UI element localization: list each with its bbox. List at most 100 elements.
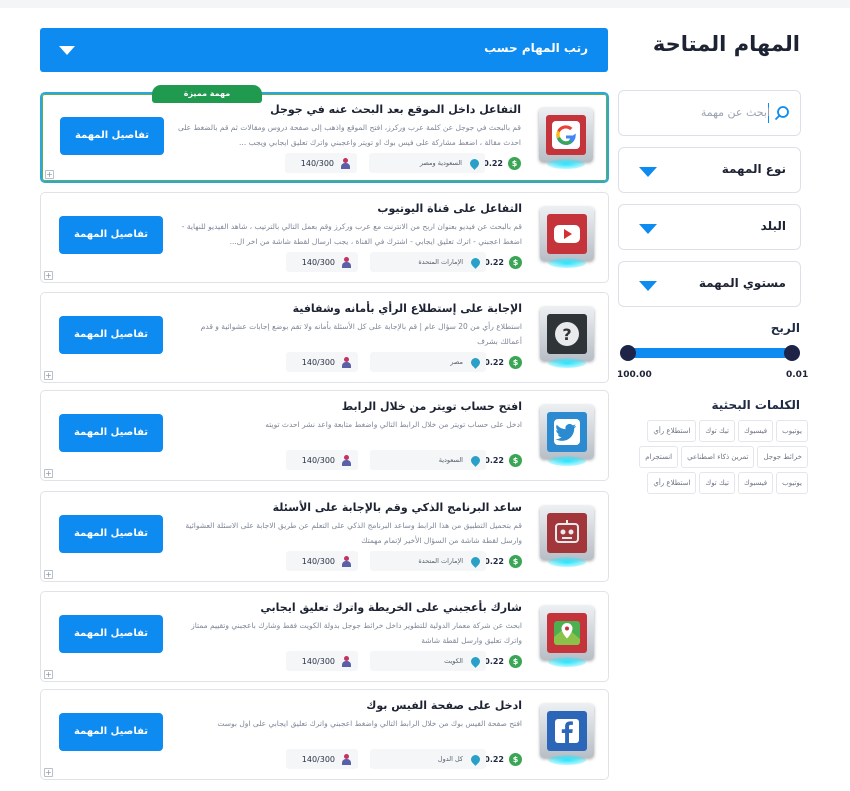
task-description: قم بالبحث عن فيديو بعنوان اربح من الانتر… bbox=[181, 222, 522, 246]
task-country: الإمارات المتحدة bbox=[370, 551, 486, 571]
country-value: الإمارات المتحدة bbox=[418, 258, 463, 266]
slots-value: 140/300 bbox=[301, 656, 335, 666]
icon-glow bbox=[548, 557, 586, 567]
page-title: المهام المتاحة bbox=[652, 32, 800, 56]
task-details-button[interactable]: تفاصيل المهمة bbox=[59, 414, 163, 452]
task-title[interactable]: شارك بأعجبني على الخريطة واترك تعليق ايج… bbox=[260, 601, 522, 614]
profit-slider-max-handle[interactable] bbox=[620, 345, 636, 361]
filter-country[interactable]: البلد bbox=[618, 204, 801, 250]
keyword-tag[interactable]: خرائط جوجل bbox=[757, 446, 808, 468]
task-card: ادخل على صفحة الفيس بوك افتح صفحة الفيس ب… bbox=[40, 689, 609, 780]
task-country: السعودية ومصر bbox=[369, 153, 485, 173]
task-price: $0.22 bbox=[484, 252, 522, 272]
task-details-button[interactable]: تفاصيل المهمة bbox=[59, 216, 163, 254]
task-card: التفاعل على قناة اليوتيوب قم بالبحث عن في… bbox=[40, 192, 609, 283]
expand-icon[interactable]: + bbox=[44, 670, 53, 679]
profit-slider-track[interactable] bbox=[628, 348, 792, 358]
people-icon bbox=[341, 555, 352, 567]
location-pin-icon bbox=[469, 554, 482, 568]
task-description: افتح صفحة الفيس بوك من خلال الرابط التال… bbox=[217, 719, 522, 728]
task-country: مصر bbox=[370, 352, 486, 372]
task-title[interactable]: الإجابة على إستطلاع الرأي بأمانه وشفافية bbox=[293, 302, 522, 315]
twitter-icon bbox=[540, 405, 594, 466]
task-details-button[interactable]: تفاصيل المهمة bbox=[59, 515, 163, 553]
filter-task-type[interactable]: نوع المهمة bbox=[618, 147, 801, 193]
country-value: كل الدول bbox=[437, 755, 463, 763]
search-placeholder: ابحث عن مهمة bbox=[700, 106, 770, 119]
keyword-tag[interactable]: فيسبوك bbox=[737, 420, 774, 442]
sort-dropdown[interactable]: رتب المهام حسب bbox=[40, 28, 608, 72]
location-pin-icon bbox=[469, 453, 482, 467]
keyword-tag[interactable]: فيسبوك bbox=[737, 472, 774, 494]
dollar-coin-icon: $ bbox=[509, 255, 522, 269]
task-title[interactable]: التفاعل على قناة اليوتيوب bbox=[377, 202, 522, 215]
country-value: السعودية bbox=[438, 456, 463, 464]
keyword-tags: يوتيوب فيسبوك تيك توك استطلاع رأي خرائط جوجل… bbox=[618, 418, 808, 494]
task-details-button[interactable]: تفاصيل المهمة bbox=[59, 713, 163, 751]
expand-icon[interactable]: + bbox=[44, 271, 53, 280]
dollar-coin-icon: $ bbox=[509, 355, 522, 369]
profit-slider-min-handle[interactable] bbox=[784, 345, 800, 361]
task-price: $0.22 bbox=[484, 749, 522, 769]
task-slots: 140/300 bbox=[286, 651, 358, 671]
dollar-coin-icon: $ bbox=[509, 453, 522, 467]
task-description: قم بالبحث في جوجل عن كلمة عرب وركرز، افت… bbox=[177, 123, 521, 147]
price-value: 0.22 bbox=[484, 754, 504, 764]
task-details-button[interactable]: تفاصيل المهمة bbox=[59, 615, 163, 653]
task-description: استطلاع رأي من 20 سؤال عام | قم بالإجابة… bbox=[200, 322, 522, 346]
price-value: 0.22 bbox=[484, 656, 504, 666]
task-country: السعودية bbox=[370, 450, 486, 470]
survey-icon: ? bbox=[540, 307, 594, 368]
people-icon bbox=[340, 157, 351, 169]
icon-glow bbox=[548, 358, 586, 368]
keyword-tag[interactable]: تيك توك bbox=[699, 472, 735, 494]
slots-value: 140/300 bbox=[301, 257, 335, 267]
keyword-tag[interactable]: يوتيوب bbox=[776, 420, 808, 442]
filter-label: مستوي المهمة bbox=[698, 276, 786, 290]
price-value: 0.22 bbox=[483, 158, 503, 168]
expand-icon[interactable]: + bbox=[44, 570, 53, 579]
keyword-tag[interactable]: استطلاع رأي bbox=[647, 472, 697, 494]
task-price: $0.22 bbox=[484, 551, 522, 571]
icon-glow bbox=[548, 258, 586, 268]
search-input[interactable]: ابحث عن مهمة bbox=[618, 90, 801, 136]
task-title[interactable]: ساعد البرنامج الذكي وقم بالإجابة على الأ… bbox=[273, 501, 522, 514]
keyword-tag[interactable]: تيك توك bbox=[699, 420, 735, 442]
dollar-coin-icon: $ bbox=[509, 752, 522, 766]
task-details-button[interactable]: تفاصيل المهمة bbox=[59, 316, 163, 354]
filter-task-level[interactable]: مستوي المهمة bbox=[618, 261, 801, 307]
expand-icon[interactable]: + bbox=[44, 371, 53, 380]
profit-title: الربح bbox=[770, 321, 800, 335]
price-value: 0.22 bbox=[484, 257, 504, 267]
location-pin-icon bbox=[468, 156, 481, 170]
keyword-tag[interactable]: استطلاع رأي bbox=[647, 420, 697, 442]
dollar-coin-icon: $ bbox=[508, 156, 521, 170]
price-value: 0.22 bbox=[484, 556, 504, 566]
google-icon bbox=[539, 108, 593, 169]
task-title[interactable]: ادخل على صفحة الفيس بوك bbox=[366, 699, 522, 712]
task-details-button[interactable]: تفاصيل المهمة bbox=[60, 117, 164, 155]
keyword-tag[interactable]: انستجرام bbox=[639, 446, 679, 468]
task-country: كل الدول bbox=[370, 749, 486, 769]
chevron-down-icon bbox=[639, 281, 657, 291]
expand-icon[interactable]: + bbox=[44, 469, 53, 478]
filter-label: البلد bbox=[760, 219, 786, 233]
dollar-coin-icon: $ bbox=[509, 554, 522, 568]
price-value: 0.22 bbox=[484, 455, 504, 465]
expand-icon[interactable]: + bbox=[45, 170, 54, 179]
people-icon bbox=[341, 256, 352, 268]
location-pin-icon bbox=[469, 255, 482, 269]
chevron-down-icon bbox=[639, 224, 657, 234]
task-country: الكويت bbox=[370, 651, 486, 671]
keywords-title: الكلمات البحثية bbox=[711, 398, 800, 412]
task-title[interactable]: التفاعل داخل الموقع بعد البحث عنه في جوج… bbox=[270, 103, 521, 116]
chevron-down-icon bbox=[639, 167, 657, 177]
keyword-tag[interactable]: تمرين ذكاء اصطناعي bbox=[681, 446, 755, 468]
icon-glow bbox=[548, 456, 586, 466]
expand-icon[interactable]: + bbox=[44, 768, 53, 777]
facebook-icon bbox=[540, 704, 594, 765]
search-icon[interactable] bbox=[774, 105, 790, 121]
keyword-tag[interactable]: يوتيوب bbox=[776, 472, 808, 494]
task-title[interactable]: افتح حساب تويتر من خلال الرابط bbox=[342, 400, 522, 413]
location-pin-icon bbox=[469, 654, 482, 668]
